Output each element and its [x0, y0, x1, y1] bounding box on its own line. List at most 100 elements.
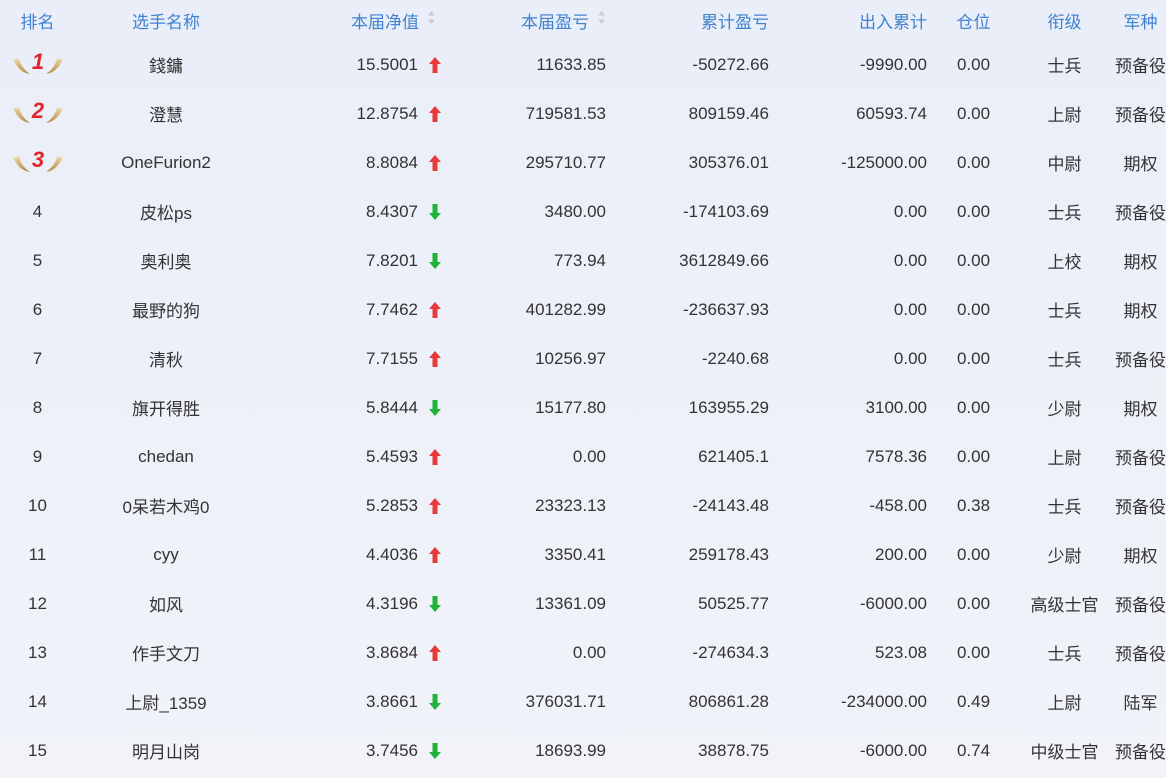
- flow-total: -6000.00: [859, 593, 927, 613]
- player-name[interactable]: 作手文刀: [75, 640, 257, 665]
- table-row[interactable]: 14 上尉_1359 3.8661 376031.71 806861.28 -234000…: [0, 677, 1166, 726]
- arrow-up-icon: [428, 644, 442, 662]
- col-cum-pl-header[interactable]: 累计盈亏: [612, 8, 775, 33]
- rank-title: 高级士官: [1030, 596, 1099, 615]
- net-value: 4.3196: [366, 593, 418, 613]
- rank-title: 士兵: [1047, 645, 1082, 664]
- position-value: 0.00: [956, 593, 991, 613]
- sort-icon[interactable]: [597, 10, 606, 30]
- flow-total: 200.00: [875, 544, 927, 564]
- net-value-cell: 8.8084: [257, 153, 442, 173]
- cumulative-pl: -174103.69: [682, 201, 769, 221]
- player-name[interactable]: 明月山岗: [75, 738, 257, 763]
- rank-title: 上尉: [1047, 694, 1082, 713]
- col-net-header[interactable]: 本届净值: [257, 8, 442, 33]
- cumulative-pl: 809159.46: [688, 103, 769, 123]
- net-value: 7.7155: [366, 348, 418, 368]
- net-value: 8.4307: [366, 201, 418, 221]
- army-type: 预备役: [1115, 743, 1166, 762]
- net-value-cell: 3.8661: [257, 692, 442, 712]
- winged-medal-icon: 1: [10, 47, 66, 77]
- table-row[interactable]: 3 OneFurion2 8.8084 295710.77 305376.01 -1250…: [0, 138, 1166, 187]
- col-pl-header-label: 本届盈亏: [521, 12, 589, 32]
- rank-title: 上尉: [1047, 106, 1082, 125]
- player-name[interactable]: OneFurion2: [75, 153, 257, 173]
- arrow-up-icon: [428, 546, 442, 564]
- player-name[interactable]: cyy: [75, 545, 257, 565]
- player-name[interactable]: 皮松ps: [75, 199, 257, 224]
- net-value: 5.8444: [366, 397, 418, 417]
- player-name[interactable]: 澄慧: [75, 101, 257, 126]
- player-name[interactable]: 錢鏞: [75, 52, 257, 77]
- rank-title: 士兵: [1047, 204, 1082, 223]
- arrow-up-icon: [428, 350, 442, 368]
- rank-cell: 3: [0, 145, 75, 180]
- rank-title: 上校: [1047, 253, 1082, 272]
- table-row[interactable]: 15 明月山岗 3.7456 18693.99 38878.75 -6000.00 0.74…: [0, 726, 1166, 775]
- position-value: 0.00: [956, 201, 991, 221]
- medal-number: 3: [31, 147, 43, 172]
- player-name[interactable]: 最野的狗: [75, 297, 257, 322]
- table-row[interactable]: 5 奥利奥 7.8201 773.94 3612849.66 0.00 0.00 上校 期权: [0, 236, 1166, 285]
- net-value: 3.8661: [366, 691, 418, 711]
- table-row[interactable]: 6 最野的狗 7.7462 401282.99 -236637.93 0.00 0.00 士兵…: [0, 285, 1166, 334]
- period-pl: 401282.99: [525, 299, 606, 319]
- col-title-header[interactable]: 衔级: [1014, 8, 1115, 33]
- table-row[interactable]: 7 清秋 7.7155 10256.97 -2240.68 0.00 0.00 士兵 预备役: [0, 334, 1166, 383]
- arrow-up-icon: [428, 301, 442, 319]
- net-value-cell: 4.4036: [257, 545, 442, 565]
- col-rank-header[interactable]: 排名: [0, 8, 75, 33]
- army-type: 期权: [1123, 302, 1158, 321]
- rank-cell: 4: [32, 201, 43, 221]
- army-type: 期权: [1123, 400, 1158, 419]
- period-pl: 18693.99: [535, 740, 606, 760]
- player-name[interactable]: 奥利奥: [75, 248, 257, 273]
- flow-total: -458.00: [869, 495, 927, 515]
- table-row[interactable]: 2 澄慧 12.8754 719581.53 809159.46 60593.74 0.00…: [0, 89, 1166, 138]
- position-value: 0.00: [956, 103, 991, 123]
- period-pl: 15177.80: [535, 397, 606, 417]
- col-flow-header[interactable]: 出入累计: [775, 8, 933, 33]
- net-value-cell: 5.2853: [257, 496, 442, 516]
- table-row[interactable]: 8 旗开得胜 5.8444 15177.80 163955.29 3100.00 0.00 少…: [0, 383, 1166, 432]
- player-name[interactable]: 旗开得胜: [75, 395, 257, 420]
- player-name[interactable]: chedan: [75, 447, 257, 467]
- cumulative-pl: 806861.28: [688, 691, 769, 711]
- flow-total: -9990.00: [859, 54, 927, 74]
- col-pl-header[interactable]: 本届盈亏: [442, 8, 612, 33]
- table-row[interactable]: 10 0呆若木鸡0 5.2853 23323.13 -24143.48 -458.00 0.…: [0, 481, 1166, 530]
- rank-title: 中级士官: [1030, 743, 1099, 762]
- position-value: 0.38: [956, 495, 991, 515]
- arrow-up-icon: [428, 448, 442, 466]
- table-row[interactable]: 12 如风 4.3196 13361.09 50525.77 -6000.00 0.00 高级…: [0, 579, 1166, 628]
- position-value: 0.00: [956, 397, 991, 417]
- position-value: 0.00: [956, 348, 991, 368]
- cumulative-pl: 38878.75: [698, 740, 769, 760]
- period-pl: 13361.09: [535, 593, 606, 613]
- player-name[interactable]: 清秋: [75, 346, 257, 371]
- rank-title: 士兵: [1047, 302, 1082, 321]
- player-name[interactable]: 如风: [75, 591, 257, 616]
- table-row[interactable]: 4 皮松ps 8.4307 3480.00 -174103.69 0.00 0.00 士兵 预备…: [0, 187, 1166, 236]
- table-row[interactable]: 13 作手文刀 3.8684 0.00 -274634.3 523.08 0.00 士兵 预备役: [0, 628, 1166, 677]
- table-row[interactable]: 11 cyy 4.4036 3350.41 259178.43 200.00 0.00 少尉 期…: [0, 530, 1166, 579]
- net-value-cell: 7.7462: [257, 300, 442, 320]
- cumulative-pl: -50272.66: [692, 54, 769, 74]
- position-value: 0.00: [956, 299, 991, 319]
- table-row[interactable]: 1 錢鏞 15.5001 11633.85 -50272.66 -9990.00 0.00 士…: [0, 40, 1166, 89]
- net-value: 4.4036: [366, 544, 418, 564]
- net-value: 7.8201: [366, 250, 418, 270]
- player-name[interactable]: 0呆若木鸡0: [75, 493, 257, 518]
- col-name-header[interactable]: 选手名称: [75, 8, 257, 33]
- rank-cell: 14: [28, 691, 47, 711]
- period-pl: 23323.13: [535, 495, 606, 515]
- rank-cell: 6: [32, 299, 43, 319]
- col-position-header[interactable]: 仓位: [933, 8, 1014, 33]
- sort-icon[interactable]: [427, 10, 436, 30]
- col-army-header[interactable]: 军种: [1115, 8, 1166, 33]
- player-name[interactable]: 上尉_1359: [75, 689, 257, 714]
- rank-cell: 5: [32, 250, 43, 270]
- army-type: 预备役: [1115, 106, 1166, 125]
- table-row[interactable]: 9 chedan 5.4593 0.00 621405.1 7578.36 0.00 上尉 预备…: [0, 432, 1166, 481]
- rank-cell: 8: [32, 397, 43, 417]
